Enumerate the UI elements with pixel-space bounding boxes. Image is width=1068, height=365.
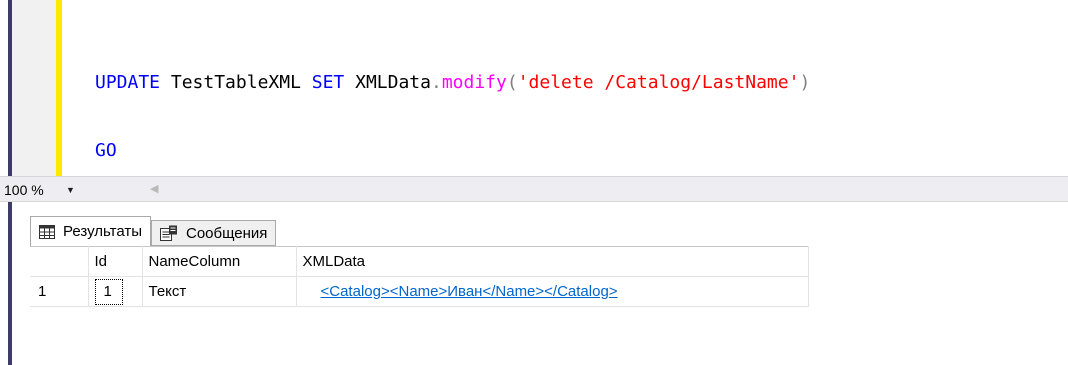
results-tabs: Результаты Сообщения bbox=[30, 216, 277, 246]
code-line[interactable]: UPDATE TestTableXML SET XMLData.modify('… bbox=[95, 70, 810, 96]
code-token: SET bbox=[311, 72, 345, 93]
tab-messages[interactable]: Сообщения bbox=[151, 220, 277, 246]
query-editor[interactable]: UPDATE TestTableXML SET XMLData.modify('… bbox=[0, 0, 1068, 229]
row-number-header[interactable] bbox=[30, 246, 89, 277]
results-left-border bbox=[8, 202, 12, 365]
code-token: 'delete /Catalog/LastName' bbox=[517, 72, 800, 93]
code-token: XMLData bbox=[344, 72, 431, 93]
code-token: ( bbox=[506, 72, 518, 93]
code-line[interactable]: GO bbox=[95, 138, 810, 164]
grid-header-row: Id NameColumn XMLData bbox=[30, 246, 809, 277]
change-tracking-bar bbox=[56, 0, 62, 176]
cell-id-value: 1 bbox=[94, 278, 123, 305]
dropdown-arrow-icon[interactable]: ▼ bbox=[66, 185, 80, 195]
tab-messages-label: Сообщения bbox=[186, 224, 268, 242]
cell-id[interactable]: 1 bbox=[88, 276, 143, 307]
column-header-id[interactable]: Id bbox=[88, 246, 143, 277]
column-header-xmldata[interactable]: XMLData bbox=[296, 246, 809, 277]
code-token: . bbox=[430, 72, 442, 93]
row-number[interactable]: 1 bbox=[30, 276, 89, 307]
code-token: modify bbox=[441, 72, 507, 93]
column-header-namecolumn[interactable]: NameColumn bbox=[142, 246, 297, 277]
xml-data-link[interactable]: <Catalog><Name>Иван</Name></Catalog> bbox=[303, 283, 618, 300]
results-pane: Результаты Сообщения Id NameColumn XMLDa… bbox=[0, 202, 1068, 365]
code-token: TestTableXML bbox=[160, 72, 312, 93]
scroll-left-arrow-icon[interactable]: ◀ bbox=[150, 182, 158, 195]
code-token: ) bbox=[799, 72, 811, 93]
code-token: UPDATE bbox=[95, 72, 161, 93]
tab-results-label: Результаты bbox=[63, 223, 142, 240]
results-grid: Id NameColumn XMLData 1 1 Текст <Catalog… bbox=[30, 246, 809, 307]
grid-icon bbox=[39, 224, 55, 239]
zoom-value: 100 % bbox=[4, 181, 44, 198]
cell-xmldata[interactable]: <Catalog><Name>Иван</Name></Catalog> bbox=[296, 276, 809, 307]
zoom-strip: 100 % ▼ ◀ bbox=[0, 176, 1068, 202]
table-row[interactable]: 1 1 Текст <Catalog><Name>Иван</Name></Ca… bbox=[30, 276, 809, 307]
messages-icon bbox=[160, 225, 178, 241]
editor-gutter bbox=[12, 0, 56, 176]
cell-namecolumn[interactable]: Текст bbox=[142, 276, 297, 307]
code-token: GO bbox=[95, 140, 117, 161]
zoom-select[interactable]: 100 % ▼ bbox=[2, 180, 80, 199]
tab-results[interactable]: Результаты bbox=[30, 216, 151, 246]
